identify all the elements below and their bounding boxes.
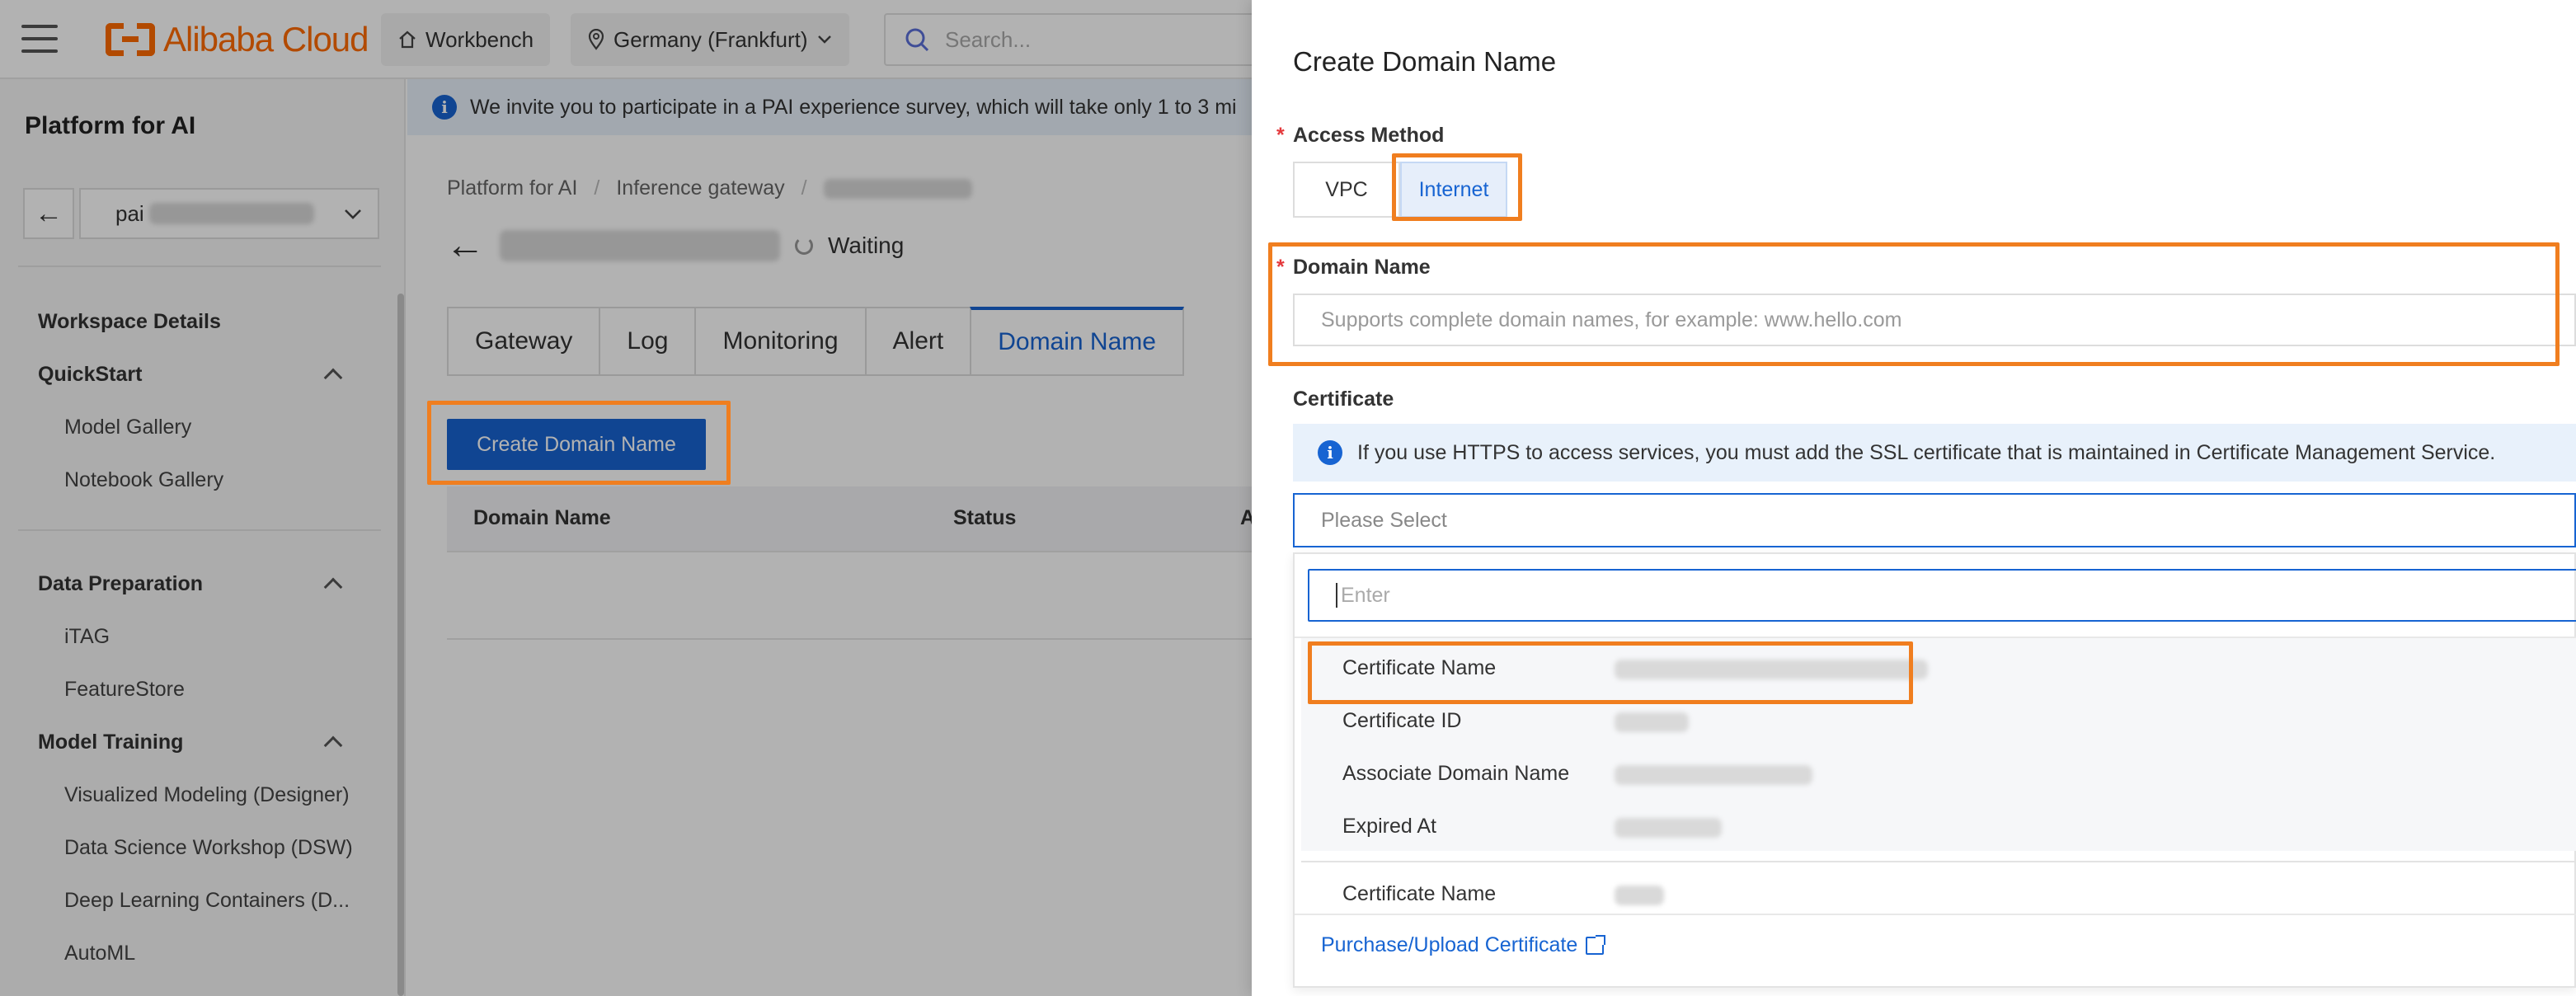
info-icon: i	[1318, 440, 1342, 465]
purchase-upload-certificate-link[interactable]: Purchase/Upload Certificate	[1321, 933, 1606, 957]
certificate-info-text: If you use HTTPS to access services, you…	[1357, 440, 2496, 464]
certificate-search-input[interactable]: Enter	[1308, 569, 2576, 622]
redacted-certificate-id	[1615, 712, 1689, 732]
certificate-dropdown: Enter Certificate Name Certificate ID As…	[1293, 552, 2576, 988]
access-internet-option[interactable]: Internet	[1400, 162, 1507, 218]
modal-backdrop[interactable]	[0, 0, 1252, 996]
text-caret	[1336, 583, 1337, 608]
domain-name-label-text: Domain Name	[1293, 256, 1431, 279]
access-vpc-option[interactable]: VPC	[1293, 162, 1400, 218]
domain-name-input[interactable]: Supports complete domain names, for exam…	[1293, 294, 2576, 346]
drawer-title: Create Domain Name	[1293, 46, 1557, 77]
access-method-label: * Access Method	[1276, 124, 1445, 148]
create-domain-drawer: Create Domain Name * Access Method VPC In…	[1252, 0, 2576, 996]
option-associate-domain-key: Associate Domain Name	[1342, 762, 1570, 785]
redacted-certificate-name	[1615, 660, 1928, 679]
redacted-associate-domain	[1615, 765, 1812, 785]
option-certificate-name-key: Certificate Name	[1342, 656, 1497, 679]
option-2-certificate-name-key[interactable]: Certificate Name	[1342, 882, 1496, 906]
certificate-label: Certificate	[1293, 388, 1394, 411]
option-certificate-id-key: Certificate ID	[1342, 709, 1462, 732]
redacted-certificate-name-2	[1615, 886, 1664, 905]
external-link-icon	[1586, 934, 1606, 955]
required-mark: *	[1276, 256, 1285, 279]
certificate-info-banner: i If you use HTTPS to access services, y…	[1293, 424, 2576, 482]
divider	[1301, 861, 2576, 862]
certificate-search-placeholder: Enter	[1341, 583, 1390, 607]
redacted-expired-at	[1615, 818, 1722, 838]
certificate-select[interactable]: Please Select	[1293, 493, 2576, 547]
domain-name-label: * Domain Name	[1276, 256, 1431, 280]
purchase-link-text: Purchase/Upload Certificate	[1321, 933, 1578, 956]
required-mark: *	[1276, 124, 1285, 147]
access-method-label-text: Access Method	[1293, 124, 1445, 147]
divider	[1295, 914, 2576, 915]
option-expired-at-key: Expired At	[1342, 815, 1436, 838]
